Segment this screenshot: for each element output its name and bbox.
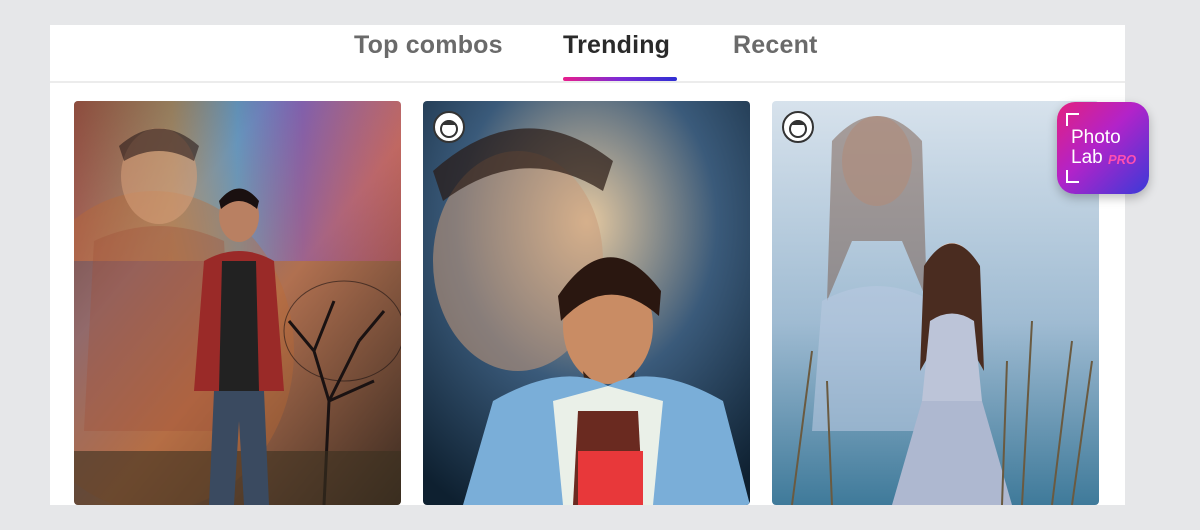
tab-bar: Top combos Trending Recent <box>50 25 1125 83</box>
effects-panel: Top combos Trending Recent <box>50 25 1125 505</box>
effect-card-2[interactable] <box>423 101 750 505</box>
photolab-pro-logo: Photo Lab PRO <box>1057 102 1149 194</box>
tab-trending[interactable]: Trending <box>563 31 670 60</box>
face-icon <box>433 111 465 143</box>
effect-preview-image <box>74 101 401 505</box>
effect-preview-image <box>772 101 1099 505</box>
active-tab-indicator <box>563 77 677 81</box>
effect-card-3[interactable] <box>772 101 1099 505</box>
tab-recent[interactable]: Recent <box>733 31 818 60</box>
logo-text-line2: Lab <box>1071 147 1103 168</box>
face-icon <box>782 111 814 143</box>
effect-preview-image <box>423 101 750 505</box>
logo-text-line1: Photo <box>1071 127 1121 148</box>
tab-top-combos[interactable]: Top combos <box>354 31 503 60</box>
effect-card-1[interactable] <box>74 101 401 505</box>
logo-pro-badge: PRO <box>1108 152 1137 167</box>
